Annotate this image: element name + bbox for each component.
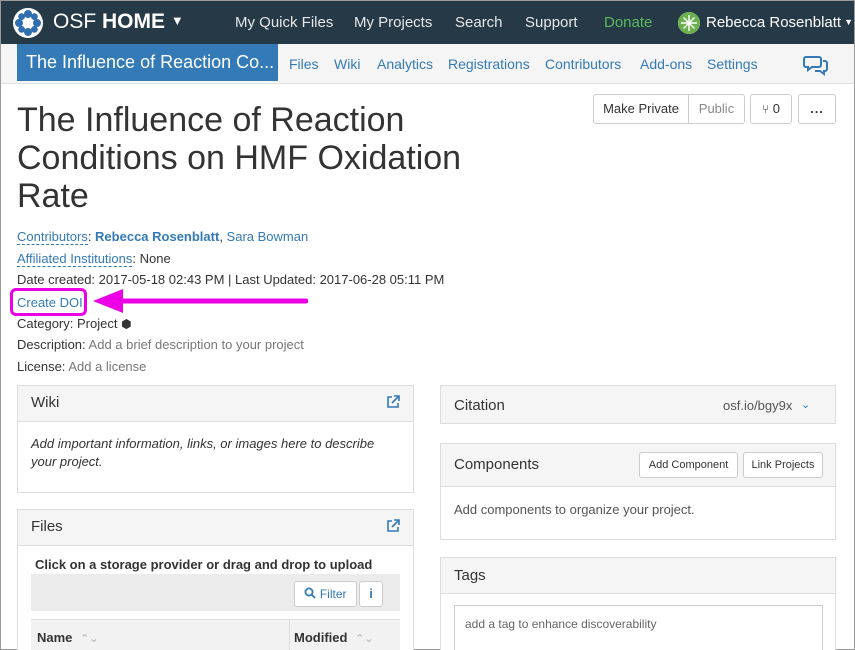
wiki-panel-title: Wiki xyxy=(31,394,60,411)
column-name-label: Name xyxy=(37,630,73,645)
nav-my-projects[interactable]: My Projects xyxy=(354,13,432,33)
caret-down-icon: ▼ xyxy=(170,13,184,28)
license-value[interactable]: Add a license xyxy=(68,359,146,374)
citation-panel[interactable]: Citation osf.io/bgy9x ⌄ xyxy=(440,385,836,424)
make-private-button[interactable]: Make Private xyxy=(593,94,689,124)
affiliated-institutions-label[interactable]: Affiliated Institutions xyxy=(17,251,133,267)
files-table-header: Name ⌃⌄ Modified ⌃⌄ xyxy=(31,619,400,650)
tags-input[interactable]: add a tag to enhance discoverability xyxy=(454,605,823,650)
tags-panel-header: Tags xyxy=(441,558,835,594)
column-name[interactable]: Name ⌃⌄ xyxy=(37,630,98,645)
citation-title: Citation xyxy=(454,397,505,414)
tab-contributors[interactable]: Contributors xyxy=(545,55,621,73)
contributor-link[interactable]: Sara Bowman xyxy=(227,229,309,244)
fork-count: 0 xyxy=(772,101,781,116)
filter-button[interactable]: Filter xyxy=(294,581,357,607)
filter-label: Filter xyxy=(319,587,347,601)
tags-panel: Tags add a tag to enhance discoverabilit… xyxy=(440,557,836,650)
sort-icon[interactable]: ⌃⌄ xyxy=(355,633,373,645)
files-panel: Files Click on a storage provider or dra… xyxy=(17,509,414,650)
wiki-panel-header: Wiki xyxy=(18,386,413,422)
dates-row: Date created: 2017-05-18 02:43 PM | Last… xyxy=(17,272,445,287)
external-link-icon[interactable] xyxy=(386,395,400,413)
nav-search[interactable]: Search xyxy=(455,13,503,33)
osf-logo-icon[interactable] xyxy=(13,8,43,38)
description-label: Description: xyxy=(17,337,86,352)
tab-settings[interactable]: Settings xyxy=(707,55,758,73)
user-name: Rebecca Rosenblatt xyxy=(706,14,842,31)
user-menu[interactable]: Rebecca Rosenblatt ▼ xyxy=(706,13,853,34)
fork-button[interactable]: ⑂ 0 xyxy=(750,94,792,124)
nav-support[interactable]: Support xyxy=(525,13,578,33)
column-divider xyxy=(289,620,290,650)
user-avatar[interactable] xyxy=(678,12,700,34)
components-body: Add components to organize your project. xyxy=(454,502,695,517)
brand-main: HOME xyxy=(102,10,166,33)
components-panel: Components Add Component Link Projects A… xyxy=(440,443,836,540)
more-options-button[interactable]: ... xyxy=(798,94,836,124)
sort-icon[interactable]: ⌃⌄ xyxy=(80,633,98,645)
link-projects-button[interactable]: Link Projects xyxy=(743,452,823,478)
page-title: The Influence of Reaction Conditions on … xyxy=(17,101,462,215)
public-button[interactable]: Public xyxy=(688,94,745,124)
category-value: Project xyxy=(77,316,118,331)
column-modified-label: Modified xyxy=(294,630,348,645)
search-icon xyxy=(304,587,319,601)
tab-addons[interactable]: Add-ons xyxy=(640,55,692,73)
project-title-link[interactable]: The Influence of Reaction Co... xyxy=(17,44,278,81)
caret-down-icon: ▼ xyxy=(844,17,854,27)
files-panel-header: Files xyxy=(18,510,413,546)
files-upload-instruction: Click on a storage provider or drag and … xyxy=(35,557,373,572)
affiliated-institutions-value: None xyxy=(139,251,171,266)
chevron-down-icon[interactable]: ⌄ xyxy=(801,398,810,411)
category-label: Category: xyxy=(17,316,74,331)
wiki-panel: Wiki Add important information, links, o… xyxy=(17,385,414,493)
nav-my-quick-files[interactable]: My Quick Files xyxy=(235,13,333,33)
column-modified[interactable]: Modified ⌃⌄ xyxy=(294,630,374,645)
external-link-icon[interactable] xyxy=(386,519,400,537)
contributor-link[interactable]: Rebecca Rosenblatt xyxy=(95,229,219,244)
brand-prefix: OSF xyxy=(53,10,97,33)
tab-analytics[interactable]: Analytics xyxy=(377,55,433,73)
category-row: Category: Project ⬢ xyxy=(17,316,132,332)
description-value[interactable]: Add a brief description to your project xyxy=(89,337,304,352)
files-panel-title: Files xyxy=(31,518,63,535)
components-title: Components xyxy=(454,456,540,473)
tab-registrations[interactable]: Registrations xyxy=(448,55,530,73)
components-panel-header: Components Add Component Link Projects xyxy=(441,444,835,487)
citation-link[interactable]: osf.io/bgy9x xyxy=(723,398,792,413)
fork-icon: ⑂ xyxy=(761,102,770,116)
affiliated-row: Affiliated Institutions: None xyxy=(17,251,171,267)
description-row: Description: Add a brief description to … xyxy=(17,337,304,353)
contributors-label[interactable]: Contributors xyxy=(17,229,88,245)
wiki-panel-body: Add important information, links, or ima… xyxy=(31,436,375,469)
nav-donate[interactable]: Donate xyxy=(604,13,652,33)
tags-title: Tags xyxy=(454,567,486,584)
highlight-box xyxy=(10,288,87,316)
license-label: License: xyxy=(17,359,66,374)
tab-wiki[interactable]: Wiki xyxy=(334,55,360,73)
annotation-arrow-icon xyxy=(93,289,309,318)
license-row: License: Add a license xyxy=(17,359,146,375)
brand-menu[interactable]: OSF HOME ▼ xyxy=(53,9,184,37)
tab-files[interactable]: Files xyxy=(289,55,319,73)
add-component-button[interactable]: Add Component xyxy=(639,452,738,478)
contributors-row: Contributors: Rebecca Rosenblatt, Sara B… xyxy=(17,229,309,245)
info-button[interactable]: i xyxy=(359,581,383,607)
comments-icon[interactable] xyxy=(803,54,829,81)
cube-icon: ⬢ xyxy=(121,317,132,331)
